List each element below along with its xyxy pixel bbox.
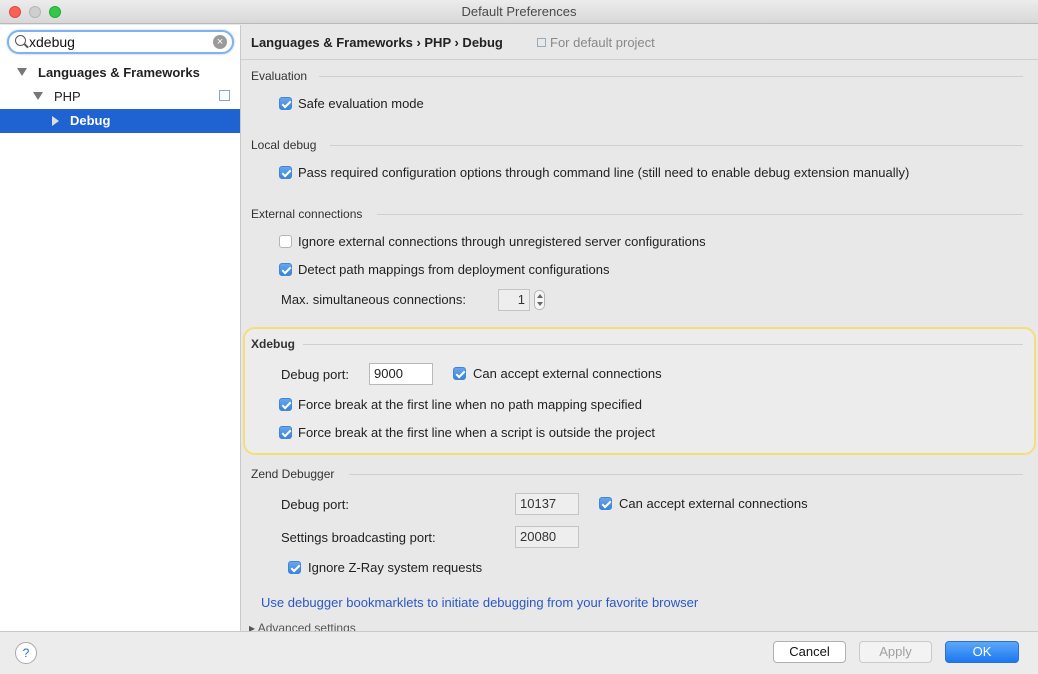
settings-content: Languages & Frameworks › PHP › Debug For… <box>241 25 1038 631</box>
section-title-zend-debugger: Zend Debugger <box>251 467 335 481</box>
section-title-local-debug: Local debug <box>251 138 317 152</box>
force-break-no-mapping-label: Force break at the first line when no pa… <box>298 397 642 412</box>
force-break-outside-checkbox[interactable] <box>279 426 292 439</box>
tree-item-debug[interactable]: Debug <box>0 109 240 133</box>
preferences-window: Default Preferences × Languages & Framew… <box>0 0 1038 674</box>
advanced-settings-toggle[interactable]: ▸ Advanced settings <box>249 621 356 631</box>
help-button[interactable]: ? <box>15 642 37 664</box>
pass-options-label: Pass required configuration options thro… <box>298 165 910 180</box>
project-copy-icon <box>537 38 546 47</box>
clear-search-icon[interactable]: × <box>213 35 227 49</box>
settings-search: × <box>7 30 234 54</box>
bookmarklets-link[interactable]: Use debugger bookmarklets to initiate de… <box>261 595 698 610</box>
xdebug-accept-external-label: Can accept external connections <box>473 366 662 381</box>
collapsed-arrow-icon[interactable] <box>52 116 59 126</box>
title-bar: Default Preferences <box>0 0 1038 24</box>
section-divider <box>349 474 1023 475</box>
window-title: Default Preferences <box>461 4 577 19</box>
stepper-down-icon[interactable] <box>537 302 543 306</box>
section-title-xdebug: Xdebug <box>251 337 295 351</box>
safe-evaluation-label: Safe evaluation mode <box>298 96 424 111</box>
cancel-button[interactable]: Cancel <box>773 641 846 663</box>
ignore-zray-checkbox[interactable] <box>288 561 301 574</box>
section-title-evaluation: Evaluation <box>251 69 308 83</box>
breadcrumb: Languages & Frameworks › PHP › Debug <box>251 35 503 50</box>
broadcast-port-label: Settings broadcasting port: <box>281 530 436 545</box>
expand-arrow-icon[interactable] <box>17 68 27 76</box>
max-connections-stepper[interactable] <box>534 290 545 310</box>
scope-note: For default project <box>550 35 655 50</box>
section-divider <box>303 344 1023 345</box>
xdebug-port-field[interactable]: 9000 <box>369 363 433 385</box>
advanced-settings-label: Advanced settings <box>257 621 356 631</box>
zend-port-field[interactable]: 10137 <box>515 493 579 515</box>
tree-item-label: PHP <box>54 89 81 104</box>
tree-item-label: Debug <box>70 113 111 128</box>
section-title-external-connections: External connections <box>251 207 363 221</box>
detect-mappings-label: Detect path mappings from deployment con… <box>298 262 610 277</box>
zend-port-label: Debug port: <box>281 497 349 512</box>
zend-accept-external-label: Can accept external connections <box>619 496 808 511</box>
expand-arrow-icon[interactable] <box>33 92 43 100</box>
force-break-outside-label: Force break at the first line when a scr… <box>298 425 655 440</box>
search-input[interactable] <box>29 33 209 51</box>
tree-item-php[interactable]: PHP <box>0 85 240 109</box>
section-divider <box>377 214 1023 215</box>
project-copy-icon <box>219 90 230 101</box>
section-divider <box>319 76 1023 77</box>
ok-button[interactable]: OK <box>945 641 1019 663</box>
tree-item-languages-frameworks[interactable]: Languages & Frameworks <box>0 61 240 85</box>
pass-options-checkbox[interactable] <box>279 166 292 179</box>
xdebug-port-label: Debug port: <box>281 367 349 382</box>
tree-item-label: Languages & Frameworks <box>38 65 200 80</box>
safe-evaluation-checkbox[interactable] <box>279 97 292 110</box>
max-connections-field[interactable]: 1 <box>498 289 530 311</box>
ignore-unregistered-label: Ignore external connections through unre… <box>298 234 706 249</box>
broadcast-port-field[interactable]: 20080 <box>515 526 579 548</box>
detect-mappings-checkbox[interactable] <box>279 263 292 276</box>
xdebug-accept-external-checkbox[interactable] <box>453 367 466 380</box>
ignore-zray-label: Ignore Z-Ray system requests <box>308 560 483 575</box>
settings-sidebar: × Languages & Frameworks PHP Debug <box>0 25 241 631</box>
ignore-unregistered-checkbox[interactable] <box>279 235 292 248</box>
dialog-button-bar: ? Cancel Apply OK <box>0 631 1038 674</box>
header-divider <box>241 59 1038 60</box>
zend-accept-external-checkbox[interactable] <box>599 497 612 510</box>
max-connections-label: Max. simultaneous connections: <box>281 292 466 307</box>
search-icon <box>15 35 26 46</box>
force-break-no-mapping-checkbox[interactable] <box>279 398 292 411</box>
section-divider <box>330 145 1023 146</box>
apply-button[interactable]: Apply <box>859 641 932 663</box>
stepper-up-icon[interactable] <box>537 294 543 298</box>
